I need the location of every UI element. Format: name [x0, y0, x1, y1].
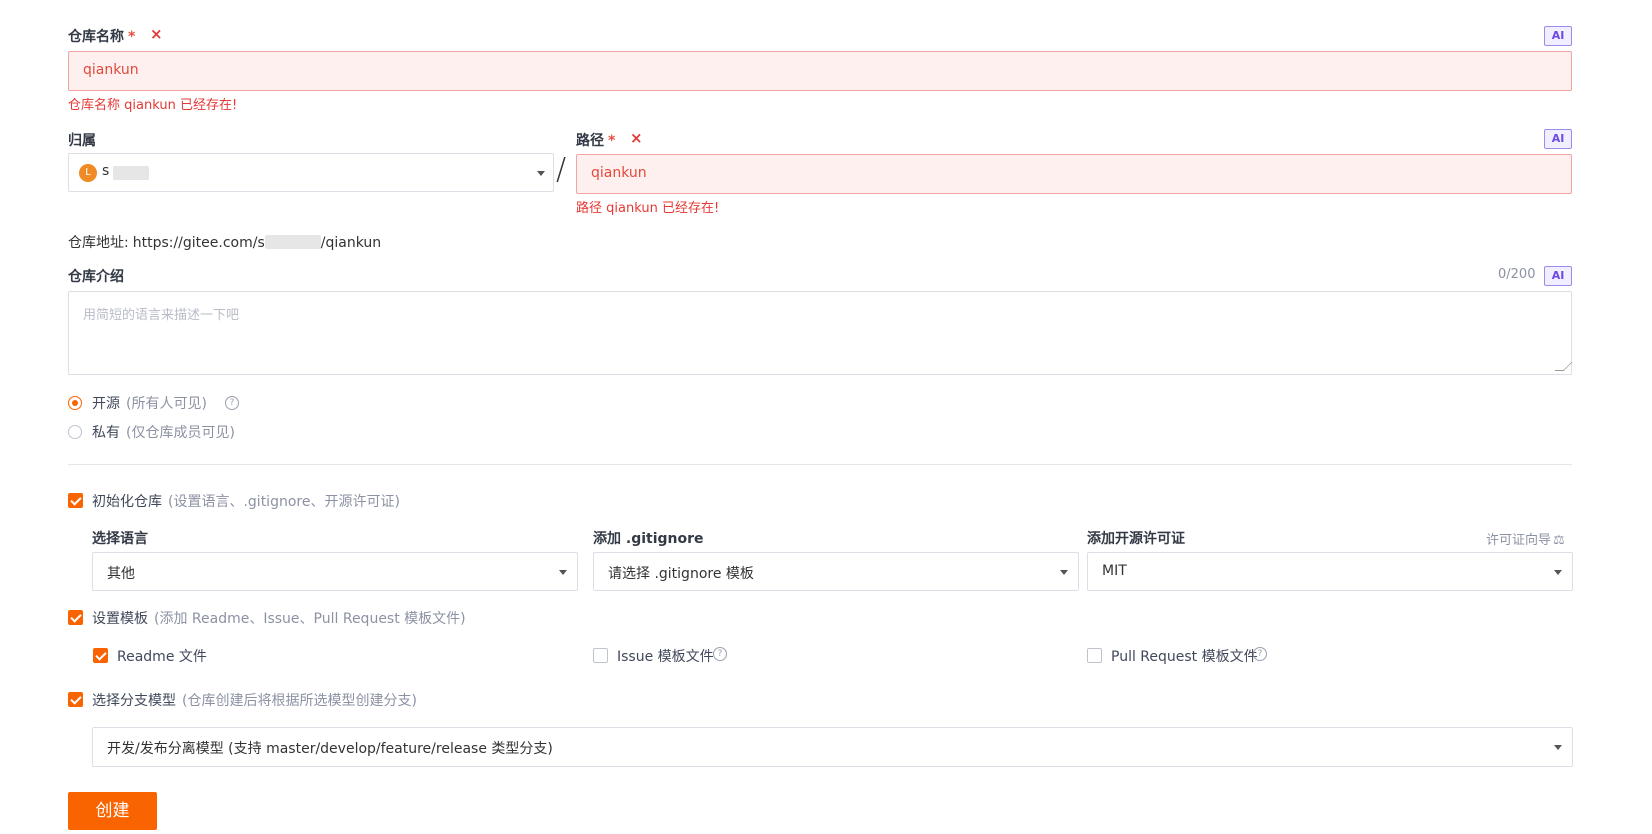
branch-model-value: 开发/发布分离模型 (支持 master/develop/feature/rel…	[107, 741, 553, 757]
gitignore-select[interactable]: 请选择 .gitignore 模板	[593, 552, 1079, 591]
issue-template-checkbox[interactable]	[593, 648, 608, 663]
description-label: 仓库介绍	[68, 269, 124, 285]
pr-template-checkbox[interactable]	[1087, 648, 1102, 663]
language-select[interactable]: 其他	[92, 552, 578, 591]
description-placeholder: 用简短的语言来描述一下吧	[83, 308, 240, 323]
open-source-label: 开源	[92, 396, 120, 412]
language-value: 其他	[107, 566, 135, 582]
repo-url-redacted	[264, 235, 321, 249]
repo-url-suffix: /qiankun	[320, 235, 382, 251]
radio-private[interactable]	[68, 425, 82, 439]
path-error-value: qiankun	[606, 201, 658, 216]
path-label-text: 路径	[576, 133, 604, 149]
templates-hint: (添加 Readme、Issue、Pull Request 模板文件)	[154, 611, 466, 627]
license-select[interactable]: MIT	[1087, 552, 1573, 591]
repo-name-error-value: qiankun	[124, 98, 176, 113]
pr-template-label[interactable]: Pull Request 模板文件	[1111, 646, 1258, 666]
owner-value: s	[102, 163, 110, 179]
path-separator: /	[556, 152, 567, 187]
error-x-icon: ×	[630, 129, 643, 147]
description-textarea[interactable]: 用简短的语言来描述一下吧	[68, 291, 1573, 375]
templates-label: 设置模板	[92, 611, 148, 627]
ai-assist-button[interactable]: AI	[1544, 266, 1572, 286]
branch-model-label: 选择分支模型	[92, 693, 176, 709]
chevron-down-icon	[559, 570, 567, 575]
language-label: 选择语言	[92, 531, 148, 547]
repo-name-value: qiankun	[83, 62, 139, 78]
gitignore-label: 添加 .gitignore	[593, 531, 704, 547]
path-error-suffix: 已经存在!	[657, 201, 720, 216]
license-value: MIT	[1102, 563, 1127, 579]
open-source-hint: (所有人可见)	[126, 396, 207, 412]
private-label: 私有	[92, 425, 120, 441]
chevron-down-icon	[1060, 570, 1068, 575]
issue-template-label[interactable]: Issue 模板文件	[617, 646, 714, 666]
repo-url: 仓库地址: https://gitee.com/s/qiankun	[68, 232, 381, 252]
resize-handle-icon[interactable]	[1554, 362, 1573, 371]
owner-select[interactable]: L s	[68, 153, 554, 192]
private-option[interactable]: 私有 (仅仓库成员可见)	[92, 422, 235, 442]
templates-option[interactable]: 设置模板 (添加 Readme、Issue、Pull Request 模板文件)	[92, 608, 466, 628]
chevron-down-icon	[537, 171, 545, 176]
license-guide-link[interactable]: 许可证向导 ⚖	[1486, 529, 1565, 548]
init-repo-option[interactable]: 初始化仓库 (设置语言、.gitignore、开源许可证)	[92, 491, 400, 511]
init-repo-hint: (设置语言、.gitignore、开源许可证)	[168, 494, 400, 510]
section-divider	[68, 464, 1572, 465]
chevron-down-icon	[1554, 745, 1562, 750]
ai-assist-button[interactable]: AI	[1544, 129, 1572, 149]
help-icon[interactable]: ?	[1253, 647, 1267, 661]
repo-name-input[interactable]: qiankun	[68, 51, 1572, 91]
init-repo-label: 初始化仓库	[92, 494, 162, 510]
repo-url-prefix: https://gitee.com/s	[132, 235, 265, 251]
owner-avatar: L	[79, 164, 97, 182]
license-guide-text: 许可证向导	[1486, 533, 1552, 548]
readme-label[interactable]: Readme 文件	[117, 646, 207, 666]
path-label: 路径 *	[576, 130, 615, 150]
required-mark: *	[608, 133, 616, 149]
branch-model-option[interactable]: 选择分支模型 (仓库创建后将根据所选模型创建分支)	[92, 690, 417, 710]
radio-open-source[interactable]	[68, 396, 82, 410]
owner-redacted	[113, 166, 149, 180]
chevron-down-icon	[1554, 570, 1562, 575]
repo-name-label-text: 仓库名称	[68, 29, 124, 45]
path-input[interactable]: qiankun	[576, 154, 1572, 194]
repo-name-label: 仓库名称 *	[68, 26, 135, 46]
path-error-prefix: 路径	[576, 201, 607, 216]
required-mark: *	[128, 29, 136, 45]
create-button[interactable]: 创建	[68, 792, 157, 830]
description-counter: 0/200	[1498, 267, 1536, 282]
radio-unselected-icon	[68, 425, 82, 439]
help-icon[interactable]: ?	[225, 396, 239, 410]
scale-icon: ⚖	[1553, 533, 1565, 548]
repo-url-label: 仓库地址:	[68, 235, 129, 251]
error-x-icon: ×	[150, 25, 163, 43]
gitignore-value: 请选择 .gitignore 模板	[608, 566, 754, 582]
repo-name-error-prefix: 仓库名称	[68, 98, 125, 113]
help-icon[interactable]: ?	[713, 647, 727, 661]
branch-model-select[interactable]: 开发/发布分离模型 (支持 master/develop/feature/rel…	[92, 727, 1573, 767]
ai-assist-button[interactable]: AI	[1544, 26, 1572, 46]
license-label: 添加开源许可证	[1087, 531, 1185, 547]
repo-name-error-suffix: 已经存在!	[175, 98, 238, 113]
templates-checkbox[interactable]	[68, 610, 83, 625]
radio-selected-icon	[68, 396, 82, 410]
branch-model-hint: (仓库创建后将根据所选模型创建分支)	[182, 693, 417, 709]
path-error: 路径 qiankun 已经存在!	[576, 197, 719, 216]
repo-name-error: 仓库名称 qiankun 已经存在!	[68, 94, 237, 113]
readme-checkbox[interactable]	[93, 648, 108, 663]
init-repo-checkbox[interactable]	[68, 493, 83, 508]
path-value: qiankun	[591, 165, 647, 181]
owner-label: 归属	[68, 133, 96, 149]
branch-model-checkbox[interactable]	[68, 692, 83, 707]
open-source-option[interactable]: 开源 (所有人可见)	[92, 393, 207, 413]
private-hint: (仅仓库成员可见)	[126, 425, 235, 441]
